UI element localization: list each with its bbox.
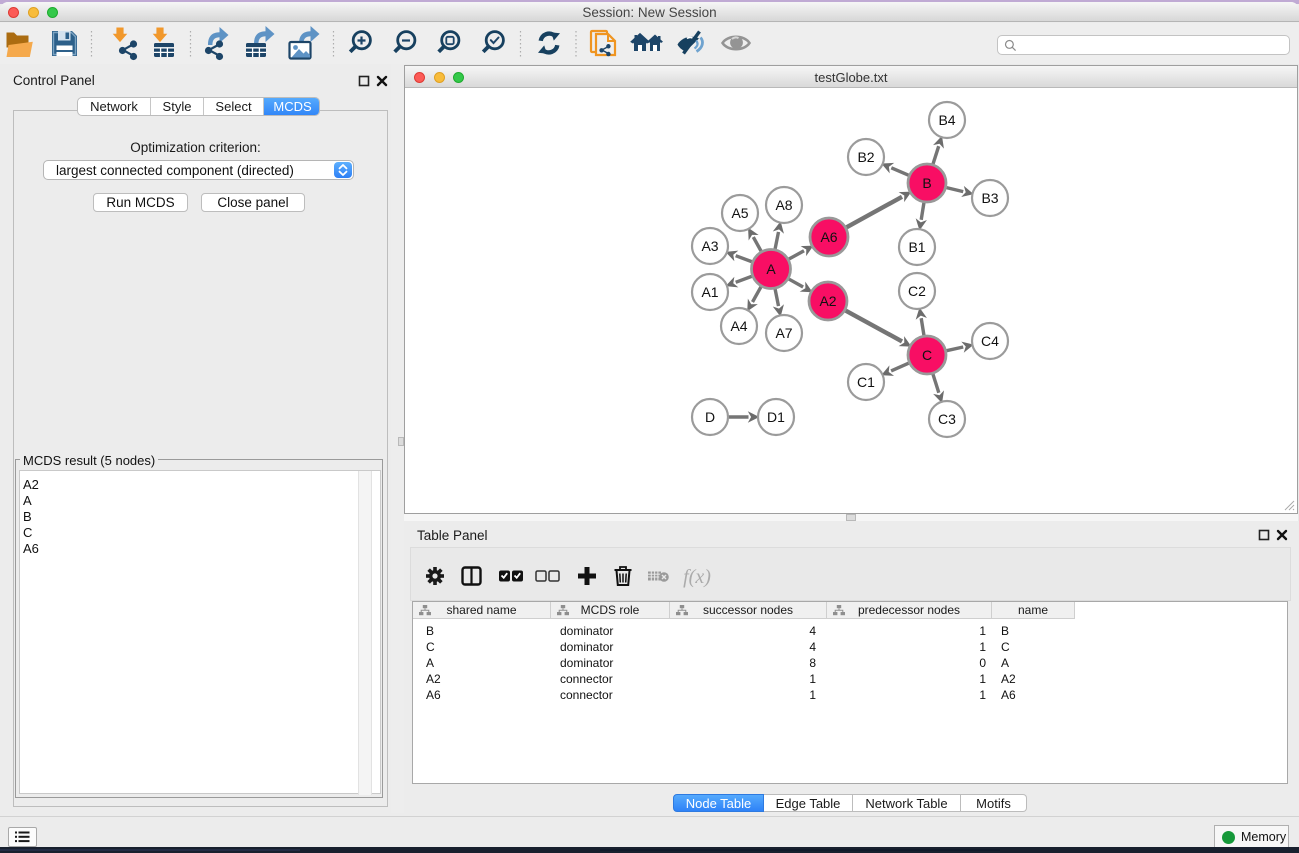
svg-text:A7: A7 [775, 325, 792, 341]
svg-text:A5: A5 [731, 205, 748, 221]
svg-text:C2: C2 [908, 283, 926, 299]
svg-text:C4: C4 [981, 333, 999, 349]
svg-text:f(x): f(x) [683, 566, 711, 588]
svg-text:B2: B2 [857, 149, 874, 165]
svg-text:B: B [922, 175, 931, 191]
svg-text:A8: A8 [775, 197, 792, 213]
svg-text:C: C [922, 347, 932, 363]
svg-text:B4: B4 [938, 112, 955, 128]
svg-text:D1: D1 [767, 409, 785, 425]
svg-text:D: D [705, 409, 715, 425]
svg-text:A6: A6 [820, 229, 837, 245]
svg-text:B3: B3 [981, 190, 998, 206]
svg-text:A2: A2 [819, 293, 836, 309]
svg-text:C3: C3 [938, 411, 956, 427]
svg-text:B1: B1 [908, 239, 925, 255]
svg-text:A: A [766, 261, 776, 277]
svg-text:A3: A3 [701, 238, 718, 254]
svg-text:A1: A1 [701, 284, 718, 300]
svg-text:A4: A4 [730, 318, 747, 334]
svg-text:C1: C1 [857, 374, 875, 390]
